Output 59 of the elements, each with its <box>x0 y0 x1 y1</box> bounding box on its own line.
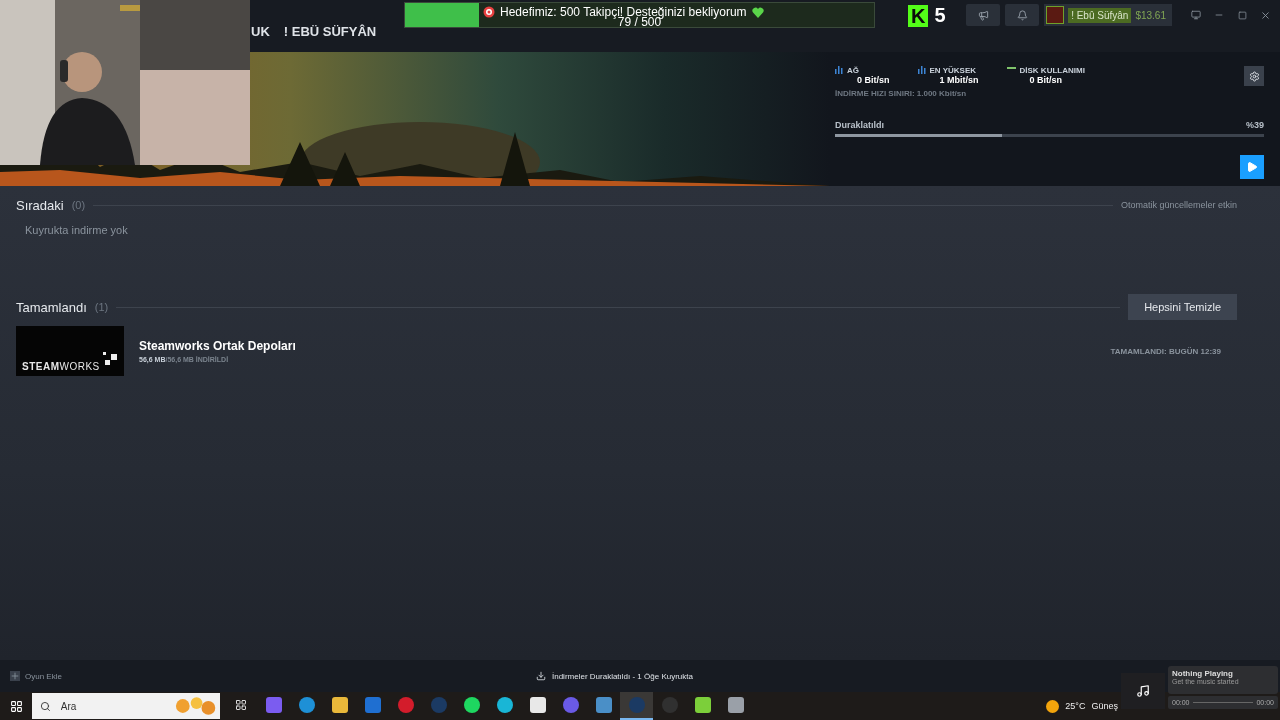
nav-link[interactable]: UK <box>251 23 270 39</box>
stat-value: 0 Bit/sn <box>1029 75 1064 85</box>
game-title: Steamworks Ortak Depoları <box>139 339 296 353</box>
task-view-icon <box>234 699 247 711</box>
resume-button[interactable] <box>1240 155 1264 179</box>
download-icon <box>536 671 546 681</box>
speed-limit: İNDİRME HIZI SINIRI: 1.000 Kbit/sn <box>835 89 968 98</box>
add-game-link[interactable]: Oyun Ekle <box>10 671 62 681</box>
wallet-balance: $13.61 <box>1135 9 1166 21</box>
stat-label: DİSK KULLANIMI <box>1019 66 1085 75</box>
stat-label: EN YÜKSEK <box>929 66 978 75</box>
stat-value: 0 Bit/sn <box>857 75 890 85</box>
channel-number: 5 <box>934 4 946 27</box>
notification-button[interactable] <box>1005 4 1040 26</box>
user-name: ! Ebû Süfyân <box>1068 7 1132 23</box>
line-legend-icon <box>1006 66 1016 70</box>
temperature: 25°C <box>1065 701 1086 711</box>
clear-all-button[interactable]: Hepsini Temizle <box>1128 294 1237 320</box>
auto-update-note: Otomatik güncellemeler etkin <box>1120 200 1237 210</box>
megaphone-icon <box>977 9 989 21</box>
stat-label: AĞ <box>847 66 860 75</box>
music-icon <box>1136 684 1150 698</box>
track-title: Nothing Playing <box>1172 669 1234 678</box>
section-count: (0) <box>71 199 86 211</box>
play-icon <box>1246 161 1258 173</box>
account-menu[interactable]: ! Ebû Süfyân $13.61 <box>1044 4 1172 26</box>
settings-button[interactable] <box>1244 66 1264 86</box>
settings-icon <box>1248 70 1260 82</box>
download-percent: %39 <box>1246 120 1264 130</box>
empty-queue-message: Kuyrukta indirme yok <box>25 224 128 236</box>
search-field[interactable]: Ara <box>58 699 163 713</box>
close-icon <box>1259 9 1271 21</box>
download-status-link[interactable]: İndirmeler Duraklatıldı - 1 Öğe Kuyrukta <box>536 671 693 681</box>
plus-icon <box>10 671 20 681</box>
section-title: Tamamlandı <box>16 299 87 315</box>
pixel-icon <box>103 352 117 366</box>
section-count: (1) <box>94 301 109 313</box>
download-status: Duraklatıldı <box>835 120 884 130</box>
logo-text: STEAMWORKS <box>22 361 100 372</box>
weather-text: Güneş <box>1091 701 1118 711</box>
avatar-icon <box>1046 6 1065 24</box>
monitor-icon <box>1191 10 1201 20</box>
bar-graph-icon <box>917 66 926 74</box>
nav-link[interactable]: ! EBÜ SÜFYÂN <box>283 23 377 39</box>
section-title: Sıradaki <box>16 197 64 213</box>
windows-icon <box>9 699 23 713</box>
completed-time: TAMAMLANDI: BUGÜN 12:39 <box>1110 346 1221 356</box>
maximize-icon <box>1237 10 1247 20</box>
stat-value: 1 Mbit/sn <box>939 75 979 85</box>
sun-icon <box>1046 699 1060 713</box>
announcement-button[interactable] <box>966 4 1001 26</box>
search-icon <box>40 700 51 712</box>
music-widget[interactable] <box>1121 673 1165 709</box>
search-bar[interactable]: Ara <box>32 693 220 719</box>
channel-logo: K <box>908 4 929 27</box>
heart-icon <box>751 6 764 18</box>
target-icon <box>483 6 495 18</box>
bell-icon <box>1016 9 1028 21</box>
bar-graph-icon <box>835 66 843 74</box>
